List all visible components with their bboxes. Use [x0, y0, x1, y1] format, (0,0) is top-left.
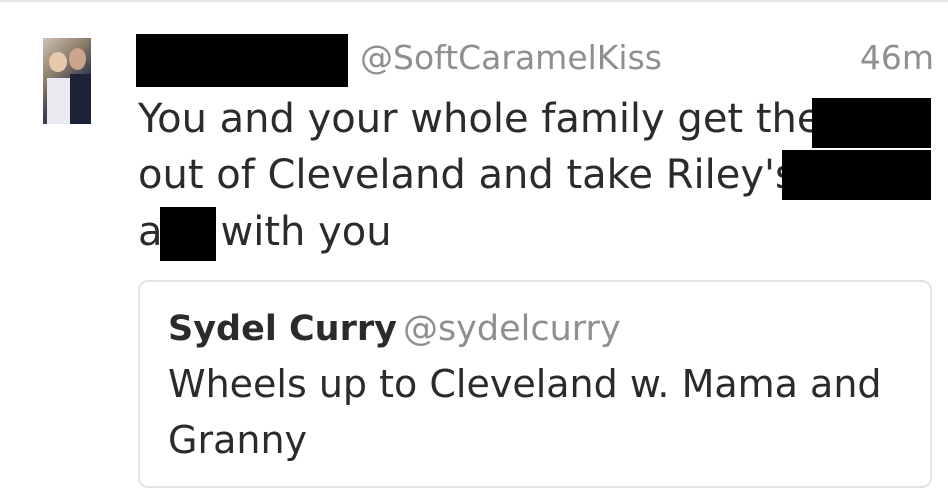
avatar-shirt: [47, 78, 71, 124]
avatar-face-left: [49, 52, 67, 72]
redaction-box-1: [812, 98, 931, 148]
tweet-timestamp: 46m: [859, 38, 934, 77]
redaction-box-2: [782, 150, 931, 200]
author-handle[interactable]: @SoftCaramelKiss: [360, 36, 662, 80]
tweet-text-line-3-end: with you: [220, 209, 392, 255]
quoted-author-name[interactable]: Sydel Curry: [168, 309, 397, 349]
avatar-face-right: [69, 48, 86, 70]
redacted-display-name: [136, 34, 348, 87]
tweet-text-line-1: You and your whole family get the f: [138, 96, 849, 142]
tweet-text-line-2: out of Cleveland and take Riley's f: [138, 152, 823, 198]
quoted-tweet-author: Sydel Curry @sydelcurry: [168, 306, 621, 352]
avatar[interactable]: [43, 38, 91, 124]
redaction-box-3: [160, 207, 216, 261]
quoted-tweet-card[interactable]: Sydel Curry @sydelcurry Wheels up to Clev…: [138, 280, 932, 488]
quoted-author-handle[interactable]: @sydelcurry: [403, 309, 621, 349]
quoted-tweet-text: Wheels up to Cleveland w. Mama and Grann…: [168, 362, 882, 462]
tweet-text-line-3-start: a: [138, 209, 163, 255]
avatar-jacket: [70, 74, 91, 124]
top-divider: [0, 0, 948, 2]
